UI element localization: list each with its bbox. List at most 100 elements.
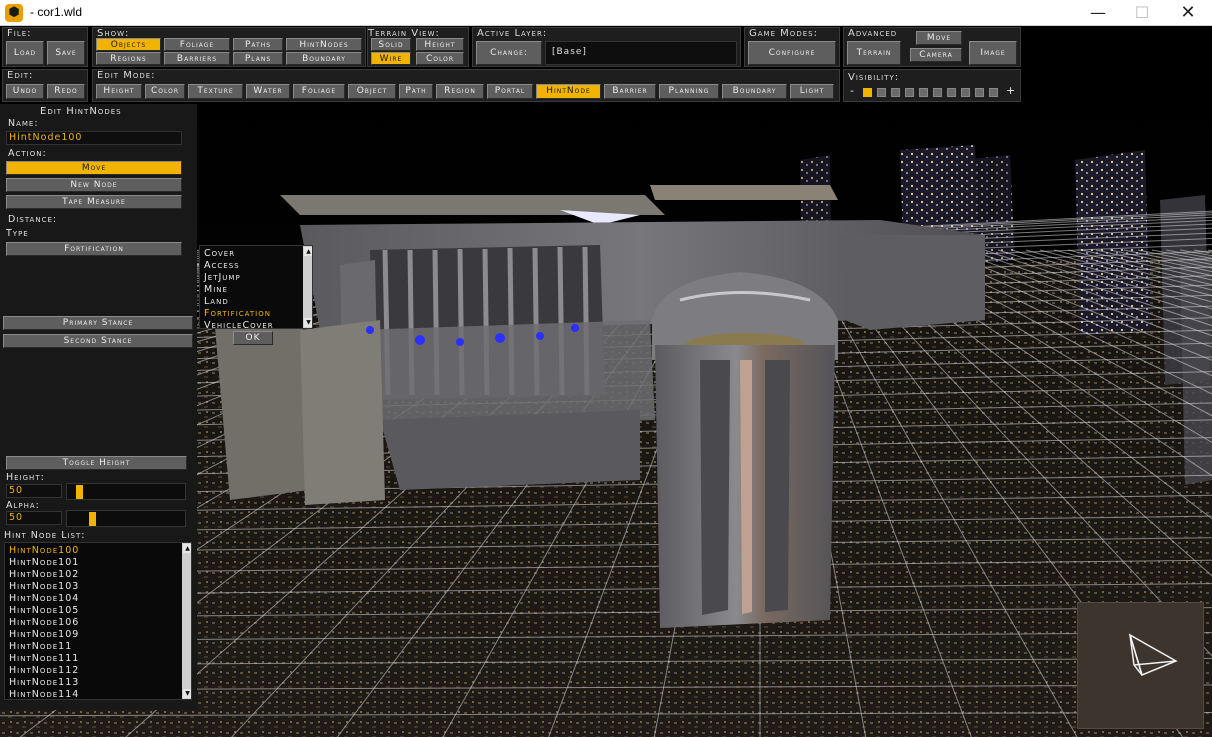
- height-value-field[interactable]: 50: [6, 484, 62, 498]
- action-move-button[interactable]: Move: [6, 161, 182, 175]
- mode-hintnode-button[interactable]: HintNode: [536, 84, 601, 99]
- show-hintnodes-button[interactable]: HintNodes: [286, 38, 362, 51]
- mode-planning-button[interactable]: Planning: [659, 84, 719, 99]
- type-select-button[interactable]: Fortification: [6, 242, 182, 256]
- advanced-image-button[interactable]: Image: [969, 41, 1017, 65]
- hint-node-list-item[interactable]: HintNode112: [7, 665, 177, 677]
- height-slider[interactable]: [66, 483, 186, 500]
- orientation-gizmo[interactable]: [1077, 602, 1204, 729]
- file-label: File:: [7, 28, 32, 39]
- visibility-level-square[interactable]: [919, 88, 928, 97]
- show-boundary-button[interactable]: Boundary: [286, 52, 362, 65]
- mode-foliage-button[interactable]: Foliage: [293, 84, 345, 99]
- hint-node-list-item[interactable]: HintNode100: [7, 545, 177, 557]
- show-plans-button[interactable]: Plans: [233, 52, 283, 65]
- visibility-level-square[interactable]: [947, 88, 956, 97]
- visibility-level-square[interactable]: [989, 88, 998, 97]
- height-slider-thumb[interactable]: [76, 485, 83, 499]
- type-option-item[interactable]: Fortification: [202, 308, 302, 320]
- advanced-terrain-button[interactable]: Terrain: [847, 41, 901, 65]
- type-ok-button[interactable]: OK: [233, 331, 273, 345]
- alpha-slider-thumb[interactable]: [89, 512, 96, 526]
- type-option-item[interactable]: Land: [202, 296, 302, 308]
- mode-path-button[interactable]: Path: [399, 84, 433, 99]
- type-dropdown-list[interactable]: Cover Access JetJump Mine Land Fortification V…: [199, 245, 313, 329]
- terrain-wire-button[interactable]: Wire: [371, 52, 411, 65]
- show-paths-button[interactable]: Paths: [233, 38, 283, 51]
- type-option-item[interactable]: Access: [202, 260, 302, 272]
- camera-gizmo-icon: [1128, 633, 1178, 677]
- show-objects-button[interactable]: Objects: [96, 38, 161, 51]
- hint-node-list-scrollbar[interactable]: [182, 543, 191, 699]
- terrain-solid-button[interactable]: Solid: [371, 38, 411, 51]
- advanced-camera-button[interactable]: Camera: [910, 48, 962, 62]
- mode-texture-button[interactable]: Texture: [188, 84, 243, 99]
- alpha-value-field[interactable]: 50: [6, 511, 62, 525]
- second-stance-button[interactable]: Second Stance: [3, 334, 193, 348]
- terrain-color-button[interactable]: Color: [416, 52, 464, 65]
- active-layer-field[interactable]: [Base]: [545, 41, 737, 65]
- hint-node-list-item[interactable]: HintNode11: [7, 641, 177, 653]
- visibility-level-square[interactable]: [961, 88, 970, 97]
- hint-node-list-item[interactable]: HintNode103: [7, 581, 177, 593]
- hint-node-list-item[interactable]: HintNode111: [7, 653, 177, 665]
- edit-panel: Edit: Undo Redo: [2, 69, 88, 102]
- visibility-level-square[interactable]: [905, 88, 914, 97]
- load-button[interactable]: Load: [6, 41, 44, 65]
- hint-node-list-item[interactable]: HintNode104: [7, 593, 177, 605]
- visibility-level-square[interactable]: [975, 88, 984, 97]
- visibility-level-square[interactable]: [863, 88, 872, 97]
- type-dropdown-scrollbar[interactable]: [303, 246, 312, 328]
- type-option-item[interactable]: VehicleCover: [202, 320, 302, 328]
- hint-node-list-item[interactable]: HintNode109: [7, 629, 177, 641]
- mode-light-button[interactable]: Light: [790, 84, 834, 99]
- mode-height-button[interactable]: Height: [96, 84, 142, 99]
- mode-barrier-button[interactable]: Barrier: [604, 84, 656, 99]
- terrain-height-button[interactable]: Height: [416, 38, 464, 51]
- show-foliage-button[interactable]: Foliage: [164, 38, 230, 51]
- tower-model[interactable]: [652, 272, 838, 628]
- close-button[interactable]: ✕: [1165, 0, 1211, 26]
- advanced-move-button[interactable]: Move: [916, 31, 962, 45]
- maximize-button[interactable]: ☐: [1119, 0, 1165, 26]
- visibility-level-square[interactable]: [891, 88, 900, 97]
- mode-portal-button[interactable]: Portal: [487, 84, 533, 99]
- hint-node-list-item[interactable]: HintNode114: [7, 689, 177, 699]
- primary-stance-button[interactable]: Primary Stance: [3, 316, 193, 330]
- visibility-increase[interactable]: +: [1006, 84, 1015, 97]
- alpha-slider[interactable]: [66, 510, 186, 527]
- hint-node-list[interactable]: HintNode100 HintNode101 HintNode102 HintNod…: [4, 542, 192, 700]
- mode-object-button[interactable]: Object: [348, 84, 396, 99]
- show-regions-button[interactable]: Regions: [96, 52, 161, 65]
- visibility-level-square[interactable]: [933, 88, 942, 97]
- show-barriers-button[interactable]: Barriers: [164, 52, 230, 65]
- save-button[interactable]: Save: [47, 41, 85, 65]
- mode-region-button[interactable]: Region: [436, 84, 484, 99]
- type-option-item[interactable]: JetJump: [202, 272, 302, 284]
- mode-color-button[interactable]: Color: [145, 84, 185, 99]
- mode-boundary-button[interactable]: Boundary: [722, 84, 787, 99]
- configure-button[interactable]: Configure: [748, 41, 836, 65]
- mode-water-button[interactable]: Water: [246, 84, 290, 99]
- hint-node-list-item[interactable]: HintNode102: [7, 569, 177, 581]
- redo-button[interactable]: Redo: [47, 84, 85, 99]
- minimize-button[interactable]: —: [1075, 0, 1121, 26]
- type-option-item[interactable]: Mine: [202, 284, 302, 296]
- hintnode-name-field[interactable]: HintNode100: [6, 131, 182, 145]
- change-layer-button[interactable]: Change:: [476, 41, 542, 65]
- type-scroll-down-icon[interactable]: ▼: [304, 318, 312, 327]
- undo-button[interactable]: Undo: [6, 84, 44, 99]
- hint-node-list-item[interactable]: HintNode106: [7, 617, 177, 629]
- action-tape-measure-button[interactable]: Tape Measure: [6, 195, 182, 209]
- hint-node-list-item[interactable]: HintNode113: [7, 677, 177, 689]
- scroll-down-arrow-icon[interactable]: ▼: [183, 689, 191, 698]
- type-option-item[interactable]: Cover: [202, 248, 302, 260]
- action-new-node-button[interactable]: New Node: [6, 178, 182, 192]
- scroll-up-arrow-icon[interactable]: ▲: [183, 544, 191, 553]
- toggle-height-button[interactable]: Toggle Height: [6, 456, 187, 470]
- type-scroll-up-icon[interactable]: ▲: [304, 247, 312, 256]
- hint-node-list-item[interactable]: HintNode101: [7, 557, 177, 569]
- visibility-decrease[interactable]: -: [850, 84, 854, 97]
- visibility-level-square[interactable]: [877, 88, 886, 97]
- hint-node-list-item[interactable]: HintNode105: [7, 605, 177, 617]
